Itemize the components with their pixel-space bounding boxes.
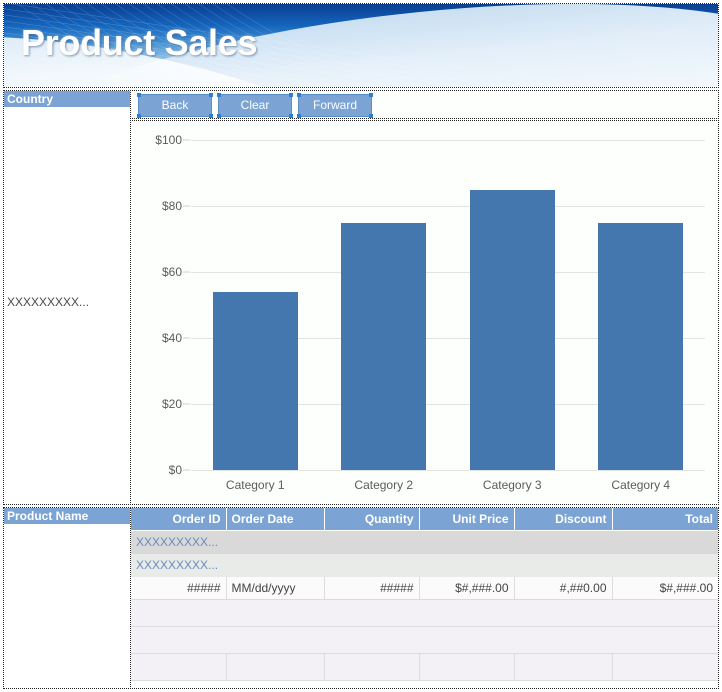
table-footer-cell <box>131 653 227 681</box>
table-header: Order ID Order Date Quantity Unit Price Disc… <box>131 508 718 531</box>
chart-gridline: $0 <box>169 463 705 477</box>
table-footer-cell <box>324 653 420 681</box>
chart-x-tick-label: Category 2 <box>354 478 414 492</box>
cell-total: $#,###.00 <box>612 576 718 600</box>
table-footer-row <box>131 626 718 654</box>
cell-order-id: ##### <box>131 576 227 600</box>
order-detail-table: Order ID Order Date Quantity Unit Price Disc… <box>131 508 718 681</box>
chart-bar[interactable] <box>469 189 555 470</box>
chart-bar[interactable] <box>341 222 427 470</box>
cell-quantity: ##### <box>324 576 420 600</box>
chart-y-tick-mark <box>183 271 190 273</box>
table-header-row: Order ID Order Date Quantity Unit Price Disc… <box>131 508 718 531</box>
table-column-header[interactable]: Discount <box>514 508 613 531</box>
chart-y-tick-mark <box>183 337 190 339</box>
table-column-header[interactable]: Order ID <box>131 508 227 531</box>
chart-y-tick-label: $0 <box>168 463 182 477</box>
chart-y-tick-mark <box>183 205 190 207</box>
order-detail-table-panel[interactable]: Order ID Order Date Quantity Unit Price Disc… <box>130 507 719 689</box>
chart-x-tick-label: Category 1 <box>225 478 285 492</box>
table-footer-row <box>131 599 718 627</box>
chart-y-tick-mark <box>183 403 190 405</box>
country-group-body: XXXXXXXXX... <box>4 108 130 503</box>
table-footer-cell <box>419 653 515 681</box>
report-title: Product Sales <box>21 22 258 63</box>
chart-y-tick-mark <box>183 139 190 141</box>
product-name-group-panel: Product Name <box>3 507 131 689</box>
table-footer-cell <box>131 599 718 627</box>
country-group-value: XXXXXXXXX... <box>7 295 90 309</box>
chart-gridline: $100 <box>155 133 705 147</box>
chart-bar[interactable] <box>598 222 684 470</box>
chart-x-tick-label: Category 3 <box>482 478 542 492</box>
chart-y-tick-mark <box>183 469 190 471</box>
table-footer-cell <box>226 653 325 681</box>
chart-gridline: $80 <box>162 199 705 213</box>
chart-x-tick-label: Category 4 <box>611 478 671 492</box>
chart-canvas: $0 $20 $40 $60 $80 $100 Category 1 Category 2 Ca… <box>131 121 718 504</box>
product-name-group-body <box>4 525 130 687</box>
table-footer-cell <box>514 653 613 681</box>
sales-bar-chart-panel[interactable]: $0 $20 $40 $60 $80 $100 Category 1 Category 2 Ca… <box>130 120 719 505</box>
cell-order-date: MM/dd/yyyy <box>226 576 325 600</box>
table-column-header[interactable]: Total <box>612 508 718 531</box>
table-group-row[interactable]: XXXXXXXXX... <box>131 530 718 554</box>
table-footer-grid-row <box>131 653 718 681</box>
table-footer-cell <box>612 653 718 681</box>
table-column-header[interactable]: Unit Price <box>419 508 515 531</box>
table-group-row-label: XXXXXXXXX... <box>131 530 718 554</box>
back-button[interactable]: Back <box>137 93 213 117</box>
table-column-header[interactable]: Quantity <box>324 508 420 531</box>
product-name-group-header-label: Product Name <box>4 508 130 525</box>
chart-y-tick-label: $60 <box>161 265 182 279</box>
table-group-row[interactable]: XXXXXXXXX... <box>131 553 718 577</box>
navigation-toolbar: Back Clear Forward <box>130 90 719 119</box>
forward-button[interactable]: Forward <box>297 93 373 117</box>
report-canvas: Product Sales Country XXXXXXXXX... Back … <box>0 0 722 692</box>
table-row[interactable]: ##### MM/dd/yyyy ##### $#,###.00 #,##0.00 $#,… <box>131 576 718 600</box>
chart-y-tick-label: $20 <box>161 397 182 411</box>
cell-discount: #,##0.00 <box>514 576 613 600</box>
chart-plot-area: $0 $20 $40 $60 $80 $100 Category 1 Category 2 Ca… <box>155 133 705 492</box>
country-group-panel: Country XXXXXXXXX... <box>3 90 131 505</box>
chart-y-tick-label: $40 <box>161 331 182 345</box>
chart-bar[interactable] <box>212 291 298 470</box>
report-banner: Product Sales <box>3 3 719 88</box>
chart-y-tick-label: $100 <box>155 133 182 147</box>
clear-button[interactable]: Clear <box>217 93 293 117</box>
table-column-header[interactable]: Order Date <box>226 508 325 531</box>
table-footer-cell <box>131 626 718 654</box>
table-group-row-label: XXXXXXXXX... <box>131 553 718 577</box>
cell-unit-price: $#,###.00 <box>419 576 515 600</box>
country-group-header-label: Country <box>4 91 130 108</box>
chart-y-tick-label: $80 <box>161 199 182 213</box>
table-body: XXXXXXXXX... XXXXXXXXX... ##### MM/dd/yyyy #… <box>131 530 718 681</box>
